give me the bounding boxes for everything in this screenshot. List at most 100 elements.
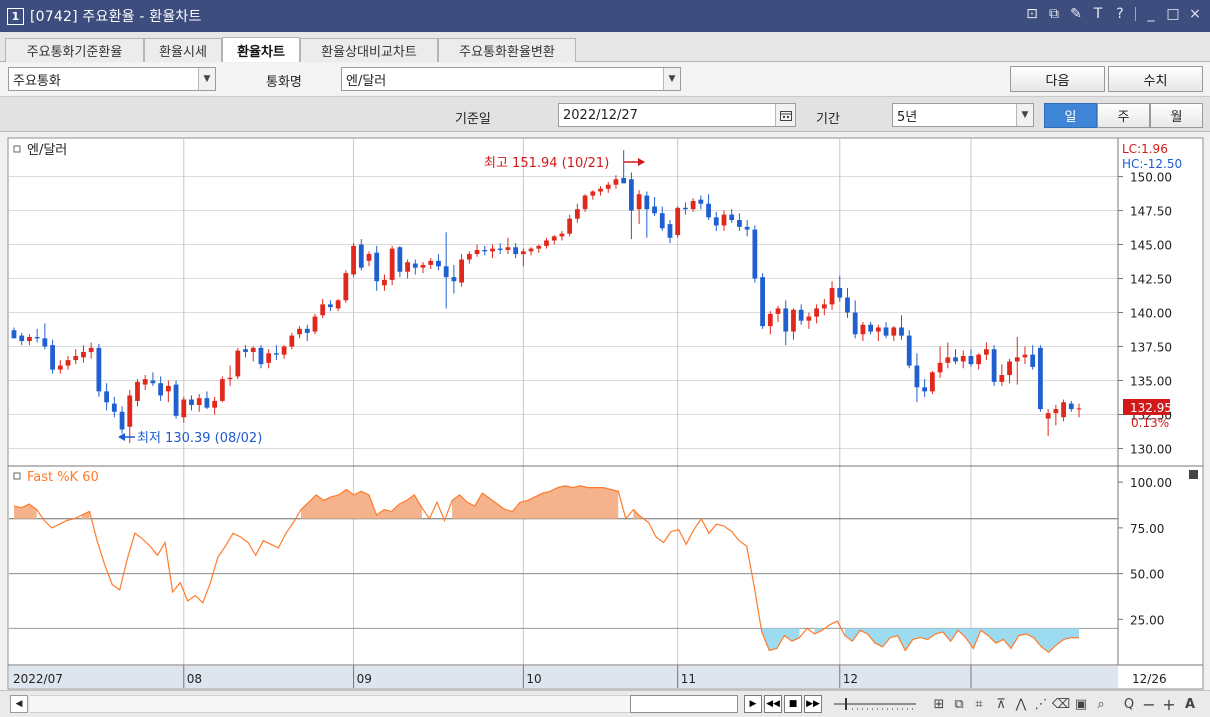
scroll-left-icon[interactable]: ◀ (10, 695, 28, 713)
candle-body (1038, 347, 1043, 410)
window-controls: ⊡ ⧉ ✎ T ? _ □ × (1025, 6, 1202, 22)
price-tick-label: 137.50 (1130, 341, 1172, 355)
candle-body (374, 252, 380, 282)
chart-layout-icon[interactable]: ⊞ (930, 694, 948, 714)
rewind-icon[interactable]: ◀◀ (764, 695, 782, 713)
candle-body (181, 399, 187, 418)
low-label: 최저 130.39 (08/02) (137, 431, 262, 446)
candle-body (243, 349, 248, 352)
zoom-slider-icon[interactable] (832, 695, 918, 713)
x-tick-label: 12 (843, 672, 858, 686)
candle-body (382, 279, 387, 286)
candle-body (598, 188, 603, 192)
candle-body (320, 304, 326, 316)
candle-body (57, 365, 63, 370)
category-select[interactable]: 주요통화 ▼ (8, 67, 216, 91)
search-icon[interactable]: ⌕ (1092, 694, 1110, 714)
crosshair-icon[interactable]: ⌗ (970, 694, 988, 714)
minimize-icon[interactable]: _ (1144, 6, 1158, 22)
candle-body (328, 304, 333, 308)
candle-body (73, 356, 79, 361)
scrollbar-thumb[interactable] (630, 695, 738, 713)
candle-body (582, 195, 588, 210)
window-icon[interactable]: ⧉ (950, 694, 968, 714)
chart-toolbar: ◀ ▶ ◀◀ ■ ▶▶ ⊞ ⧉ ⌗ ⊼ ⋀ ⋰ ⌫ ▣ ⌕ Q − + A (0, 690, 1210, 717)
period-select[interactable]: 5년 ▼ (892, 103, 1034, 127)
candle-body (428, 260, 434, 265)
candle-body (613, 179, 619, 185)
period-monthly-button[interactable]: 월 (1150, 103, 1203, 128)
price-tick-label: 147.50 (1130, 205, 1172, 219)
scrollbar-track[interactable] (30, 695, 630, 713)
candle-body (528, 248, 534, 252)
candle-body (96, 347, 102, 392)
calendar-icon[interactable] (775, 104, 795, 126)
candle-body (999, 375, 1005, 382)
candle-body (1007, 361, 1012, 376)
next-button[interactable]: 다음 (1010, 66, 1105, 92)
candle-body (875, 327, 881, 332)
candle-body (165, 385, 171, 392)
pin-icon[interactable]: ✎ (1069, 6, 1083, 22)
candle-body (605, 184, 611, 189)
eraser-icon[interactable]: ⌫ (1052, 694, 1070, 714)
candle-body (219, 379, 225, 401)
save-chart-icon[interactable]: ▣ (1072, 694, 1090, 714)
window-number[interactable]: 1 (7, 7, 24, 25)
candle-body (258, 347, 264, 365)
x-tick-label: 12/26 (1132, 672, 1167, 686)
chevron-down-icon[interactable]: ▼ (663, 68, 680, 90)
draw-icon[interactable]: ⋰ (1032, 694, 1050, 714)
candle-body (1076, 408, 1082, 410)
play-icon[interactable]: ▶ (744, 695, 762, 713)
base-date-input[interactable]: 2022/12/27 (558, 103, 796, 127)
indicator-tick-label: 25.00 (1130, 613, 1164, 627)
price-tick-label: 135.00 (1130, 375, 1172, 389)
window-titlebar: 1 [0742] 주요환율 - 환율차트 ⊡ ⧉ ✎ T ? _ □ × (0, 0, 1210, 32)
high-label: 최고 151.94 (10/21) (484, 156, 609, 171)
fast-forward-icon[interactable]: ▶▶ (804, 695, 822, 713)
candle-body (644, 195, 650, 210)
font-icon[interactable]: T (1091, 6, 1105, 22)
chevron-down-icon[interactable]: ▼ (198, 68, 215, 90)
candle-body (991, 349, 997, 382)
restore-icon[interactable]: ⊡ (1025, 6, 1039, 22)
tab-exchange-chart[interactable]: 환율차트 (222, 37, 300, 62)
current-price: 132.95 (1130, 401, 1172, 415)
candle-body (976, 354, 982, 365)
candle-body (659, 213, 665, 229)
close-icon[interactable]: × (1188, 6, 1202, 22)
candle-body (497, 248, 503, 250)
add-icon[interactable]: + (1160, 694, 1178, 714)
selector-row: 주요통화 ▼ 통화명 엔/달러 ▼ 다음 수치 (0, 63, 1210, 95)
chart-title: 엔/달러 (27, 143, 67, 158)
currency-select[interactable]: 엔/달러 ▼ (341, 67, 681, 91)
tab-currency-converter[interactable]: 주요통화환율변환 (438, 38, 576, 62)
tab-major-currency-rates[interactable]: 주요통화기준환율 (5, 38, 144, 62)
values-button[interactable]: 수치 (1108, 66, 1203, 92)
stop-icon[interactable]: ■ (784, 695, 802, 713)
candle-body (88, 347, 94, 352)
zoom-in-icon[interactable]: − (1140, 694, 1158, 714)
exchange-rate-chart[interactable]: 150.00 147.50 145.00 142.50 140.00 137.50 135.… (0, 133, 1210, 690)
text-tool-icon[interactable]: A (1181, 694, 1199, 714)
trend-line-icon[interactable]: ⊼ (992, 694, 1010, 714)
candle-body (1061, 402, 1066, 418)
candle-body (968, 356, 974, 365)
candle-body (173, 384, 179, 416)
tab-relative-chart[interactable]: 환율상대비교차트 (300, 38, 438, 62)
legend-hc: HC:-12.50 (1122, 157, 1182, 171)
candle-body (204, 398, 210, 408)
maximize-icon[interactable]: □ (1166, 6, 1180, 22)
pattern-icon[interactable]: ⋀ (1012, 694, 1030, 714)
candle-body (829, 288, 835, 305)
cascade-icon[interactable]: ⧉ (1047, 6, 1061, 22)
tab-exchange-quotes[interactable]: 환율시세 (144, 38, 222, 62)
candle-body (721, 214, 727, 226)
collapse-icon[interactable] (1189, 470, 1198, 479)
help-icon[interactable]: ? (1113, 6, 1127, 22)
period-weekly-button[interactable]: 주 (1097, 103, 1150, 128)
zoom-out-icon[interactable]: Q (1120, 694, 1138, 714)
period-daily-button[interactable]: 일 (1044, 103, 1097, 128)
chevron-down-icon[interactable]: ▼ (1016, 104, 1033, 126)
